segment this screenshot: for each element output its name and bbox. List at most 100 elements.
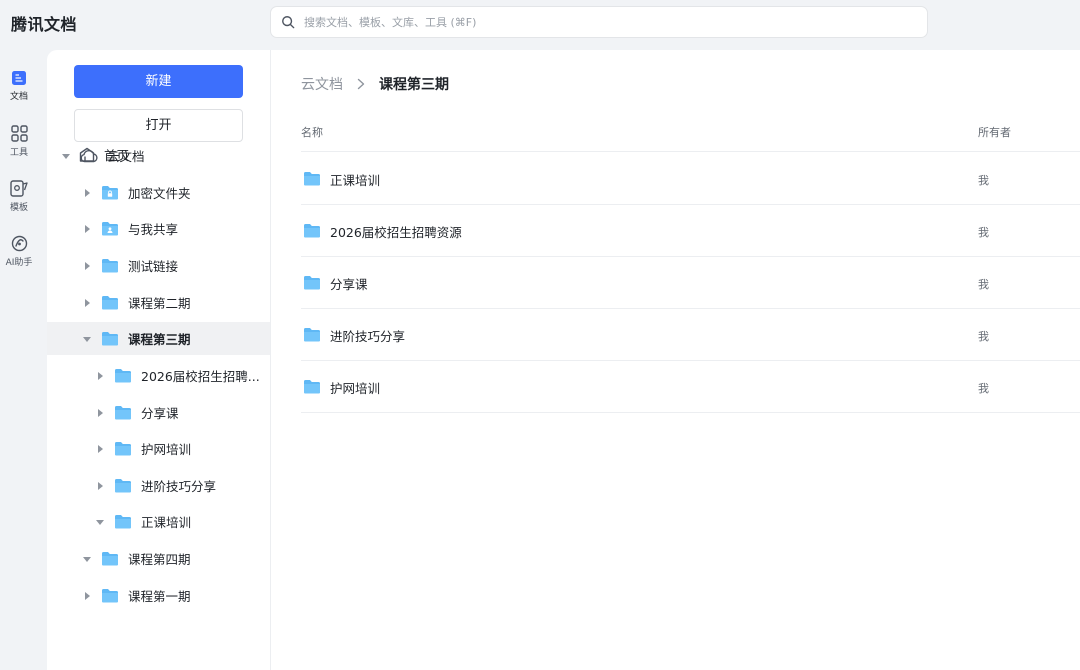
locked-folder-icon [102,186,118,200]
folder-icon [102,296,118,310]
file-owner: 我 [978,278,989,291]
cloud-icon [80,149,98,162]
folder-icon [304,276,320,290]
tree-item-label: 课程第一期 [128,589,191,604]
rail-label: AI助手 [5,258,33,268]
caret-right-icon[interactable] [82,261,92,271]
table-header: 名称 所有者 [301,120,1080,152]
table-row[interactable]: 进阶技巧分享 我 [301,309,1080,361]
tree-item-label: 与我共享 [128,222,179,237]
sidebar-folder-item[interactable]: 加密文件夹 [47,176,270,209]
file-owner: 我 [978,382,989,395]
grid-icon [10,125,28,142]
caret-right-icon[interactable] [82,224,92,234]
table-row[interactable]: 2026届校招生招聘资源 我 [301,205,1080,257]
rail-item-docs[interactable]: 文档 [0,70,38,102]
caret-right-icon[interactable] [95,481,105,491]
caret-right-icon[interactable] [95,371,105,381]
chevron-right-icon [357,78,365,90]
tree-item-label: 云文档 [107,149,145,164]
sidebar-folder-item[interactable]: 测试链接 [47,249,270,282]
tree-item-label: 分享课 [141,406,179,421]
search-box[interactable] [270,6,928,38]
file-name[interactable]: 进阶技巧分享 [330,326,405,345]
top-bar: 腾讯文档 [0,0,1080,44]
sidebar-folder-item[interactable]: 课程第四期 [47,542,270,575]
sidebar-folder-item[interactable]: 课程第二期 [47,286,270,319]
rail-item-ai-assistant[interactable]: AI助手 [0,235,38,268]
sidebar-folder-item[interactable]: 与我共享 [47,212,270,245]
shared-folder-icon [102,222,118,236]
file-owner: 我 [978,174,989,187]
breadcrumb-current: 课程第三期 [379,77,449,93]
table-row[interactable]: 分享课 我 [301,257,1080,309]
breadcrumb-root[interactable]: 云文档 [301,74,343,94]
folder-tree: 首页 云文档 加密文件夹 与我共享 测试链接 课程第二期 课程第三期 2026届校招生招聘… [47,142,270,670]
folder-icon [115,515,131,529]
folder-icon [102,552,118,566]
main-panel: 云文档 课程第三期 名称 所有者 正课培训我 2026届校招生招聘资源我分享课我进… [270,50,1080,670]
table-row[interactable]: 正课培训 我 [301,153,1080,205]
caret-right-icon[interactable] [82,188,92,198]
column-header-name[interactable]: 名称 [301,124,323,140]
tree-item-label: 课程第四期 [128,552,191,567]
sidebar-folder-item[interactable]: 2026届校招生招聘... [47,359,270,392]
tree-item-label: 护网培训 [141,442,192,457]
folder-icon [115,479,131,493]
tree-item-label: 进阶技巧分享 [141,479,217,494]
sidebar-folder-item[interactable]: 正课培训 [47,505,270,538]
tree-item-label: 测试链接 [128,259,179,274]
tree-item-label: 课程第二期 [128,296,191,311]
new-button[interactable]: 新建 [74,65,243,98]
column-header-owner[interactable]: 所有者 [978,124,1011,140]
caret-right-icon[interactable] [82,591,92,601]
sidebar-folder-item[interactable]: 分享课 [47,396,270,429]
folder-icon [115,406,131,420]
tree-item-label: 2026届校招生招聘... [141,369,260,384]
caret-right-icon[interactable] [95,444,105,454]
caret-down-icon[interactable] [61,151,71,161]
file-name[interactable]: 护网培训 [330,378,380,397]
caret-right-icon[interactable] [82,298,92,308]
folder-icon [102,589,118,603]
sidebar-item-cloud-docs[interactable]: 云文档 [47,142,270,172]
folder-icon [304,172,320,186]
open-button[interactable]: 打开 [74,109,243,142]
folder-icon [304,380,320,394]
folder-icon [102,259,118,273]
sidebar-folder-item[interactable]: 护网培训 [47,432,270,465]
tree-item-label: 正课培训 [141,515,192,530]
folder-icon [304,224,320,238]
file-owner: 我 [978,226,989,239]
folder-icon [304,328,320,342]
sidebar-folder-item[interactable]: 课程第三期 [47,322,270,355]
caret-down-icon[interactable] [82,554,92,564]
rail-label: 模板 [9,203,28,213]
file-name[interactable]: 2026届校招生招聘资源 [330,222,462,241]
sidebar-folder-item[interactable]: 进阶技巧分享 [47,469,270,502]
folder-icon [115,369,131,383]
folder-icon [115,442,131,456]
document-icon [12,71,26,85]
tree-item-label: 加密文件夹 [128,186,191,201]
sidebar-folder-item[interactable]: 课程第一期 [47,579,270,612]
tree-item-label: 课程第三期 [128,332,191,347]
folder-icon [102,332,118,346]
file-name[interactable]: 正课培训 [330,170,380,189]
app-title: 腾讯文档 [11,15,78,34]
sidebar: 新建 打开 首页 云文档 加密文件夹 与我共享 测试链接 课程第二期 课程第三期 2026… [47,50,270,670]
caret-down-icon[interactable] [95,517,105,527]
table-row[interactable]: 护网培训 我 [301,361,1080,413]
template-icon [10,180,28,197]
rail-item-tools[interactable]: 工具 [0,125,38,158]
search-icon [282,16,295,29]
file-owner: 我 [978,330,989,343]
caret-right-icon[interactable] [95,408,105,418]
rail-item-templates[interactable]: 模板 [0,180,38,213]
caret-down-icon[interactable] [82,334,92,344]
file-name[interactable]: 分享课 [330,274,368,293]
ai-assistant-icon [11,235,27,252]
search-input[interactable] [304,15,904,29]
rail-label: 工具 [9,148,28,158]
breadcrumb: 云文档 课程第三期 [301,74,449,94]
